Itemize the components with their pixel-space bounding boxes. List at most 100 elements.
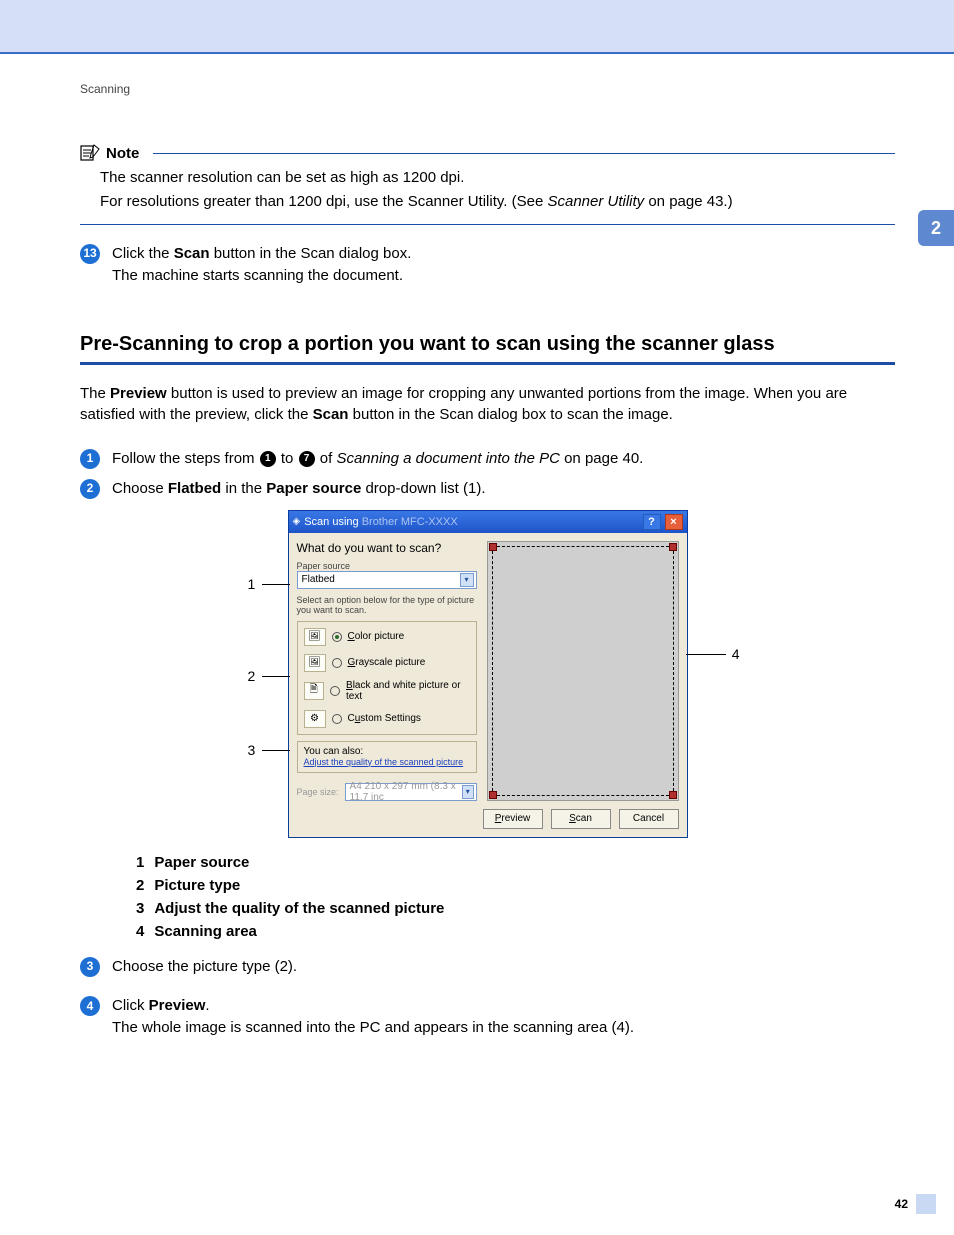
step-3: 3 Choose the picture type (2). [80,956,895,978]
page-number: 42 [895,1197,908,1211]
intro-d: button in the Scan dialog box to scan th… [348,406,672,423]
opt-custom-label: Custom Settings [348,713,421,724]
dialog-titlebar: ◈ Scan using Brother MFC-XXXX ? × [289,511,687,533]
radio-gray[interactable] [332,658,342,668]
select-hint: Select an option below for the type of p… [297,595,477,615]
chapter-thumb-tab: 2 [918,210,954,246]
dialog-title: Scan using [304,516,361,528]
opt-gray[interactable]: 🖼 Grayscale picture [304,654,470,672]
callout-2: 2 [248,668,256,684]
step-3-text: Choose the picture type (2). [112,956,895,978]
step-13: 13 Click the Scan button in the Scan dia… [80,243,895,287]
s1-mid: to [277,450,298,467]
opt-bw[interactable]: 🗎 Black and white picture or text [304,680,470,702]
scan-dialog: ◈ Scan using Brother MFC-XXXX ? × What d… [288,510,688,838]
step-1: 1 Follow the steps from 1 to 7 of Scanni… [80,448,895,470]
help-button[interactable]: ? [643,514,661,530]
s1-link[interactable]: Scanning a document into the PC [336,450,559,467]
inline-badge-1: 1 [260,451,276,467]
note-line2a: For resolutions greater than 1200 dpi, u… [100,193,547,210]
legend-1-n: 1 [136,854,144,871]
intro-b1: Preview [110,385,167,402]
s1-c: on page 40. [560,450,643,467]
opt-color-label: CColor pictureolor picture [348,631,405,642]
dialog-figure: 1 2 3 4 ◈ Scan using Brother MFC-XXXX ? … [248,510,728,838]
step13-post: button in the Scan dialog box. [210,245,412,262]
page-content: Scanning Note The scanner resolution can… [80,82,895,1047]
callout-3-num: 3 [248,742,256,758]
callout-2-num: 2 [248,668,256,684]
radio-custom[interactable] [332,714,342,724]
preview-button[interactable]: Preview [483,809,543,829]
resize-handle-bl[interactable] [489,791,497,799]
paper-source-value: Flatbed [302,574,335,585]
paper-source-label: Paper source [297,561,477,571]
step-2: 2 Choose Flatbed in the Paper source dro… [80,478,895,500]
s1-a: Follow the steps from [112,450,259,467]
radio-bw[interactable] [330,686,340,696]
page-size-combo[interactable]: A4 210 x 297 mm (8.3 x 11.7 inc ▾ [345,783,477,801]
radio-color[interactable] [332,632,342,642]
scanning-area[interactable] [487,541,679,801]
legend-2-n: 2 [136,877,144,894]
figure-legend: 1 Paper source 2 Picture type 3 Adjust the … [136,854,895,940]
resize-handle-tr[interactable] [669,543,677,551]
note-icon [80,144,100,162]
chevron-down-icon: ▾ [460,573,474,587]
s4-b: Preview [149,997,206,1014]
custom-settings-icon: ⚙ [304,710,326,728]
inline-badge-7: 7 [299,451,315,467]
page-corner-decoration [916,1194,936,1214]
opt-color[interactable]: 🖼 CColor pictureolor picture [304,628,470,646]
note-line2b: on page 43.) [644,193,732,210]
dialog-question: What do you want to scan? [297,541,477,555]
s2-c: drop-down list (1). [361,480,485,497]
breadcrumb: Scanning [80,82,895,96]
top-band [0,0,954,52]
step-2-badge: 2 [80,479,100,499]
also-group: You can also: Adjust the quality of the … [297,741,477,773]
s4-line2: The whole image is scanned into the PC a… [112,1019,634,1036]
step13-line2: The machine starts scanning the document… [112,267,403,284]
note-scanner-utility-link[interactable]: Scanner Utility [547,193,644,210]
top-rule [0,52,954,54]
s2-b1: Flatbed [168,480,221,497]
s2-b2: Paper source [266,480,361,497]
opt-custom[interactable]: ⚙ Custom Settings [304,710,470,728]
step-1-badge: 1 [80,449,100,469]
dialog-title-device: Brother MFC-XXXX [362,516,458,528]
section-rule [80,362,895,365]
page-size-label: Page size: [297,787,339,797]
resize-handle-br[interactable] [669,791,677,799]
legend-1-t: Paper source [154,854,249,871]
selection-rectangle[interactable] [492,546,674,796]
picture-type-group: 🖼 CColor pictureolor picture 🖼 Grayscale… [297,621,477,735]
section-heading: Pre-Scanning to crop a portion you want … [80,333,895,356]
color-picture-icon: 🖼 [304,628,326,646]
callout-4-num: 4 [732,646,740,662]
grayscale-picture-icon: 🖼 [304,654,326,672]
step13-pre: Click the [112,245,174,262]
legend-3-t: Adjust the quality of the scanned pictur… [154,900,444,917]
legend-2-t: Picture type [154,877,240,894]
legend-3-n: 3 [136,900,144,917]
also-label: You can also: [304,746,470,757]
legend-4-n: 4 [136,923,144,940]
resize-handle-tl[interactable] [489,543,497,551]
opt-bw-label: Black and white picture or text [346,680,469,702]
paper-source-combo[interactable]: Flatbed ▾ [297,571,477,589]
intro-b2: Scan [313,406,349,423]
note-rule-top [153,153,895,154]
adjust-quality-link[interactable]: Adjust the quality of the scanned pictur… [304,757,464,767]
section-intro: The Preview button is used to preview an… [80,383,895,427]
close-button[interactable]: × [665,514,683,530]
legend-4-t: Scanning area [154,923,257,940]
intro-a: The [80,385,110,402]
step13-bold: Scan [174,245,210,262]
s2-mid: in the [221,480,266,497]
cancel-button[interactable]: Cancel [619,809,679,829]
note-body: The scanner resolution can be set as hig… [80,162,895,225]
s4-a: Click [112,997,149,1014]
scan-button[interactable]: Scan [551,809,611,829]
chevron-down-icon: ▾ [462,785,473,799]
